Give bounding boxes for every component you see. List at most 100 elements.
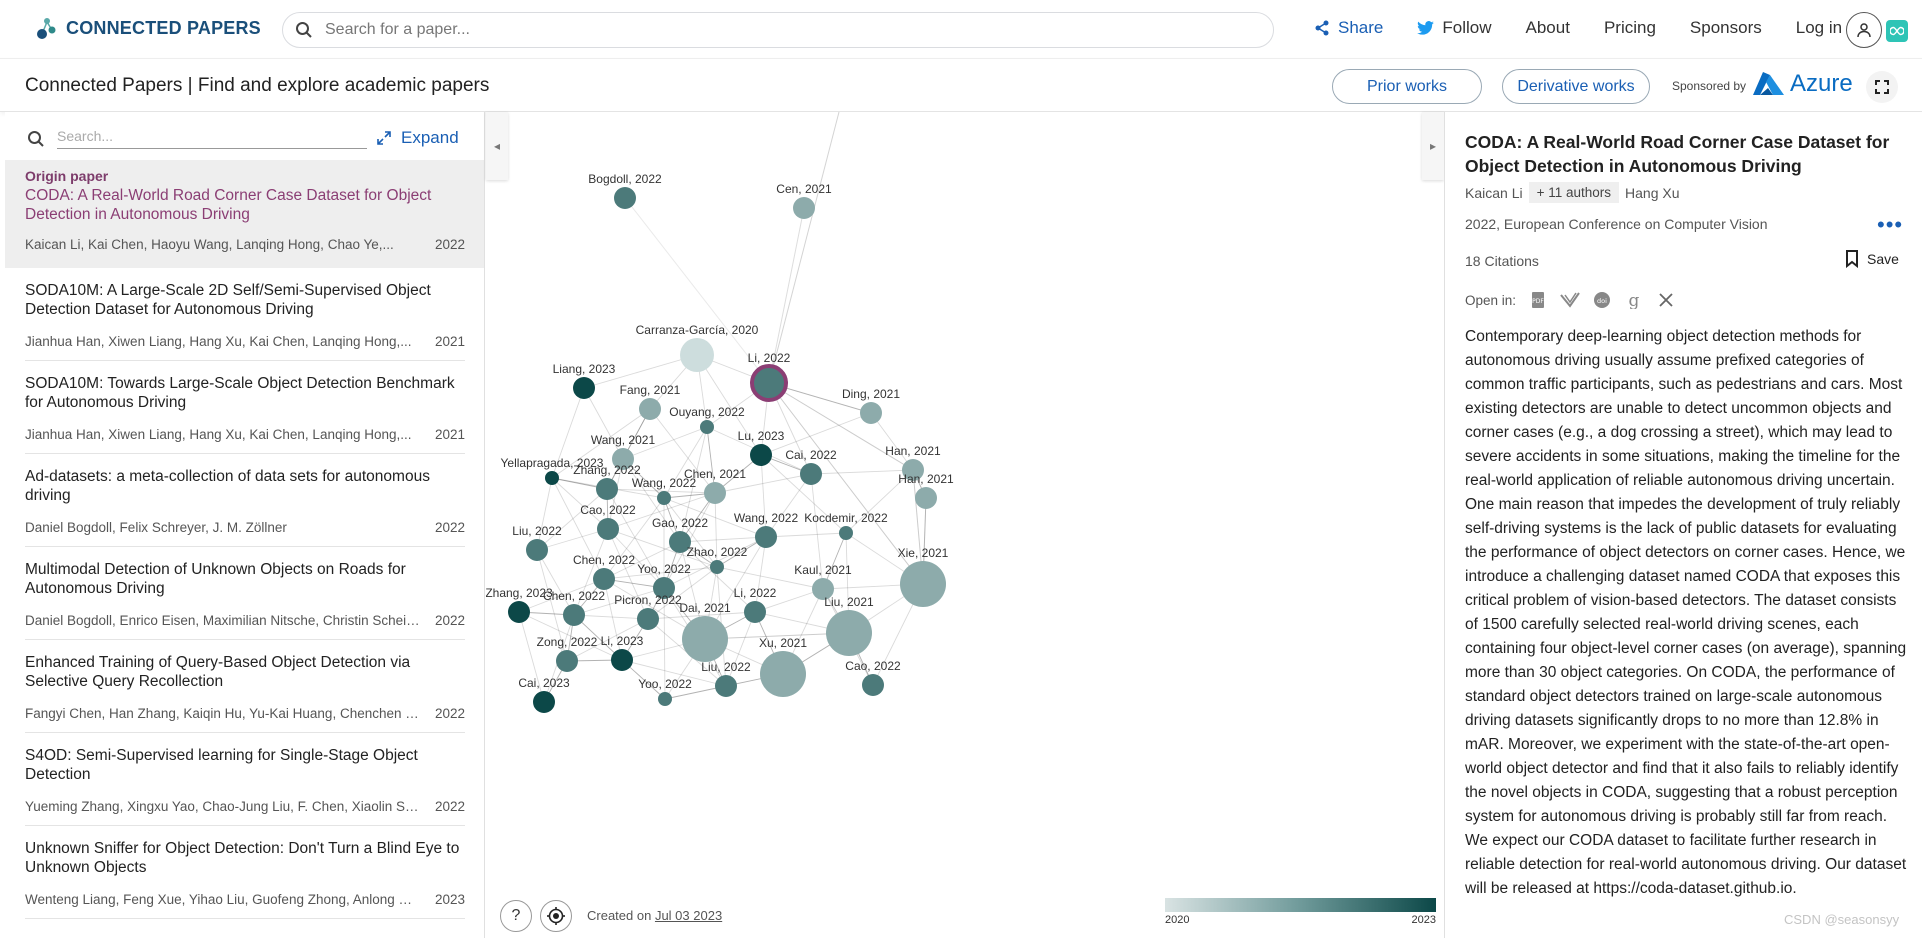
extension-icon[interactable] — [1886, 20, 1908, 42]
node-circle[interactable] — [862, 674, 884, 696]
share-link[interactable]: Share — [1314, 18, 1383, 38]
node-circle[interactable] — [657, 491, 671, 505]
paper-node[interactable]: Xie, 2021 — [898, 546, 949, 607]
paper-list-item[interactable]: S4OD: Semi-Supervised learning for Singl… — [5, 733, 484, 826]
semantic-scholar-icon[interactable] — [1560, 290, 1580, 310]
node-circle[interactable] — [593, 568, 615, 590]
node-circle[interactable] — [750, 364, 788, 402]
paper-list-item[interactable]: SODA10M: A Large-Scale 2D Self/Semi-Supe… — [5, 268, 484, 361]
citation-graph[interactable]: Bogdoll, 2022 Cen, 2021 Carranza-García, 2… — [486, 112, 1444, 938]
node-circle[interactable] — [680, 338, 714, 372]
about-link[interactable]: About — [1526, 18, 1570, 38]
login-link[interactable]: Log in — [1796, 18, 1842, 38]
paper-node[interactable]: Bogdoll, 2022 — [588, 172, 662, 209]
node-circle[interactable] — [637, 608, 659, 630]
paper-node[interactable]: Liu, 2022 — [512, 524, 562, 561]
x-share-icon[interactable] — [1656, 290, 1676, 310]
google-scholar-icon[interactable]: g — [1624, 290, 1644, 310]
paper-node[interactable]: Liu, 2021 — [824, 595, 874, 656]
graph-area[interactable]: Bogdoll, 2022 Cen, 2021 Carranza-García, 2… — [486, 112, 1444, 938]
paper-node[interactable]: Liu, 2022 — [701, 660, 751, 697]
paper-node[interactable]: Cai, 2023 — [518, 676, 570, 713]
node-circle[interactable] — [750, 444, 772, 466]
paper-search-input[interactable] — [325, 21, 1225, 39]
node-circle[interactable] — [614, 187, 636, 209]
paper-list-item[interactable]: Ad-datasets: a meta-collection of data s… — [5, 454, 484, 547]
node-circle[interactable] — [596, 478, 618, 500]
fullscreen-button[interactable] — [1866, 71, 1898, 103]
paper-node[interactable]: Zhang, 2022 — [573, 463, 641, 500]
paper-node[interactable]: Cai, 2022 — [785, 448, 837, 485]
paper-list-item[interactable]: SODA10M: Towards Large-Scale Object Dete… — [5, 361, 484, 454]
node-circle[interactable] — [658, 692, 672, 706]
paper-node[interactable]: Xu, 2021 — [759, 636, 807, 697]
node-circle[interactable] — [839, 526, 853, 540]
recenter-button[interactable] — [540, 900, 572, 932]
doi-icon[interactable]: doi — [1592, 290, 1612, 310]
node-circle[interactable] — [915, 487, 937, 509]
node-circle[interactable] — [715, 675, 737, 697]
first-author[interactable]: Kaican Li — [1465, 185, 1523, 201]
paper-node[interactable]: Ding, 2021 — [842, 387, 900, 424]
node-circle[interactable] — [760, 651, 806, 697]
pdf-icon[interactable]: PDF — [1528, 290, 1548, 310]
paper-list-item[interactable]: Unknown Sniffer for Object Detection: Do… — [5, 826, 484, 919]
node-circle[interactable] — [545, 471, 559, 485]
paper-node[interactable]: Carranza-García, 2020 — [636, 323, 759, 372]
paper-node[interactable]: Dai, 2021 — [679, 601, 731, 662]
expand-button[interactable]: Expand — [377, 128, 459, 148]
brand-logo[interactable]: CONNECTED PAPERS — [36, 16, 261, 40]
origin-paper-node[interactable]: Li, 2022 — [748, 351, 791, 402]
derivative-works-button[interactable]: Derivative works — [1502, 69, 1650, 104]
paper-node[interactable]: Zong, 2022 — [537, 635, 598, 672]
node-circle[interactable] — [573, 377, 595, 399]
node-circle[interactable] — [900, 561, 946, 607]
created-date-link[interactable]: Jul 03 2023 — [655, 908, 722, 923]
follow-link[interactable]: Follow — [1417, 18, 1492, 38]
node-circle[interactable] — [611, 649, 633, 671]
pricing-link[interactable]: Pricing — [1604, 18, 1656, 38]
help-button[interactable]: ? — [500, 900, 532, 932]
paper-node[interactable]: Li, 2022 — [734, 586, 777, 623]
node-circle[interactable] — [526, 539, 548, 561]
node-circle[interactable] — [826, 610, 872, 656]
node-circle[interactable] — [700, 420, 714, 434]
last-author[interactable]: Hang Xu — [1625, 185, 1679, 201]
node-circle[interactable] — [704, 482, 726, 504]
paper-list-item[interactable]: Enhanced Training of Query-Based Object … — [5, 640, 484, 733]
paper-node[interactable]: Chen, 2022 — [573, 553, 635, 590]
list-search-input[interactable] — [57, 128, 367, 149]
sponsors-link[interactable]: Sponsors — [1690, 18, 1762, 38]
node-circle[interactable] — [860, 402, 882, 424]
node-circle[interactable] — [533, 691, 555, 713]
collapse-right-panel-button[interactable]: ▸ — [1422, 112, 1444, 180]
node-circle[interactable] — [710, 560, 724, 574]
azure-sponsor-logo[interactable]: Azure — [1750, 70, 1853, 98]
prior-works-button[interactable]: Prior works — [1332, 69, 1482, 104]
node-circle[interactable] — [563, 604, 585, 626]
paper-node[interactable]: Han, 2021 — [898, 472, 954, 509]
node-circle[interactable] — [508, 601, 530, 623]
node-circle[interactable] — [639, 398, 661, 420]
more-options-button[interactable]: ••• — [1877, 212, 1903, 238]
paper-node[interactable]: Ouyang, 2022 — [669, 405, 745, 434]
paper-node[interactable]: Kocdemir, 2022 — [804, 511, 888, 540]
node-circle[interactable] — [793, 197, 815, 219]
paper-node[interactable]: Lu, 2023 — [738, 429, 785, 466]
origin-paper-item[interactable]: Origin paper CODA: A Real-World Road Cor… — [5, 160, 484, 268]
paper-node[interactable]: Cen, 2021 — [776, 182, 832, 219]
paper-node[interactable]: Picron, 2022 — [614, 593, 682, 630]
paper-list-item[interactable]: Multimodal Detection of Unknown Objects … — [5, 547, 484, 640]
save-button[interactable]: Save — [1845, 250, 1899, 268]
user-account-button[interactable] — [1846, 12, 1882, 48]
paper-node[interactable]: Li, 2023 — [601, 634, 644, 671]
paper-node[interactable]: Wang, 2022 — [734, 511, 799, 548]
node-circle[interactable] — [556, 650, 578, 672]
node-circle[interactable] — [597, 518, 619, 540]
more-authors-button[interactable]: + 11 authors — [1528, 182, 1620, 203]
node-circle[interactable] — [682, 616, 728, 662]
paper-node[interactable]: Liang, 2023 — [553, 362, 616, 399]
paper-search-bar[interactable] — [282, 12, 1274, 48]
node-circle[interactable] — [744, 601, 766, 623]
node-circle[interactable] — [755, 526, 777, 548]
